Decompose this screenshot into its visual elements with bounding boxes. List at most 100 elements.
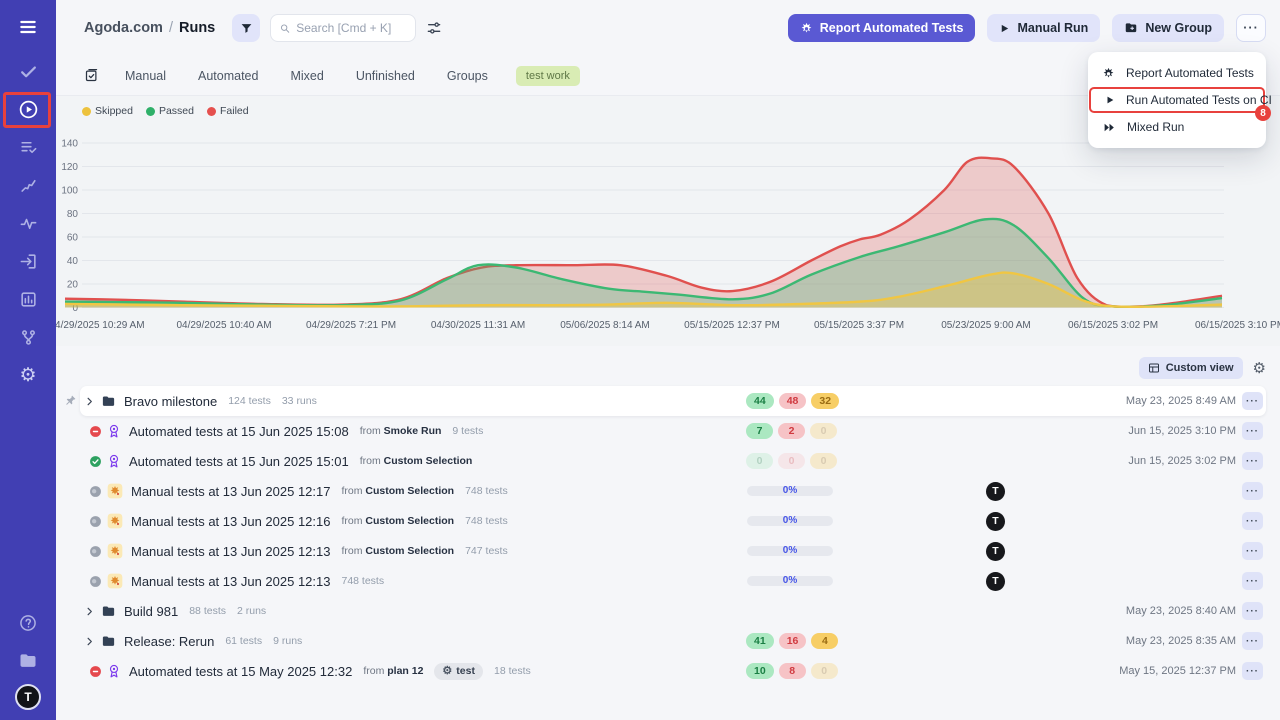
tests-count: 9 tests xyxy=(452,425,483,437)
manual-run-button[interactable]: Manual Run xyxy=(987,14,1100,42)
menu-item-mixed-run[interactable]: Mixed Run xyxy=(1088,114,1266,140)
row-more-button[interactable]: ··· xyxy=(1242,482,1263,500)
run-options-menu: Report Automated Tests Run Automated Tes… xyxy=(1088,52,1266,148)
assignee-avatar[interactable]: T xyxy=(986,572,1005,591)
skipped-badge: 32 xyxy=(811,393,839,409)
skipped-badge: 4 xyxy=(811,633,838,649)
menu-item-report-automated-tests[interactable]: Report Automated Tests xyxy=(1088,60,1266,86)
progress-label: 0% xyxy=(747,515,833,526)
table-icon xyxy=(1148,362,1160,374)
sidebar-item-activity[interactable] xyxy=(13,208,43,238)
breadcrumb-project[interactable]: Agoda.com xyxy=(84,20,163,36)
row-more-button[interactable]: ··· xyxy=(1242,632,1263,650)
annotation-step-badge: 8 xyxy=(1255,105,1271,121)
gear-icon: ⚙ xyxy=(19,366,36,385)
run-row[interactable]: Manual tests at 13 Jun 2025 12:17from Cu… xyxy=(80,476,1266,506)
sidebar-item-tests[interactable] xyxy=(13,56,43,86)
progress-label: 0% xyxy=(747,575,833,586)
sidebar-item-settings[interactable]: ⚙ xyxy=(13,360,43,390)
row-more-button[interactable]: ··· xyxy=(1242,542,1263,560)
row-more-button[interactable]: ··· xyxy=(1242,602,1263,620)
tab-manual[interactable]: Manual xyxy=(125,69,166,83)
sidebar-item-plans[interactable] xyxy=(13,132,43,162)
passed-status-icon xyxy=(89,455,102,468)
sidebar-item-imports[interactable] xyxy=(13,246,43,276)
top-actions: Report Automated Tests Manual Run New Gr… xyxy=(788,14,1266,42)
group-row[interactable]: Bravo milestone124 tests33 runs444832May… xyxy=(80,386,1266,416)
filter-button[interactable] xyxy=(232,14,260,42)
svg-text:60: 60 xyxy=(67,233,79,244)
row-more-button[interactable]: ··· xyxy=(1242,572,1263,590)
new-group-button[interactable]: New Group xyxy=(1112,14,1224,42)
svg-text:20: 20 xyxy=(67,280,79,291)
run-row[interactable]: Manual tests at 13 Jun 2025 12:13748 tes… xyxy=(80,566,1266,596)
row-title: Automated tests at 15 Jun 2025 15:01 xyxy=(129,454,349,469)
search-input[interactable] xyxy=(296,21,406,35)
help-button[interactable] xyxy=(13,608,43,638)
more-actions-button[interactable]: ··· xyxy=(1236,14,1266,42)
chevron-right-icon[interactable] xyxy=(84,606,96,617)
tab-mixed[interactable]: Mixed xyxy=(290,69,323,83)
list-check-icon xyxy=(19,138,38,157)
svg-text:06/15/2025 3:02 PM: 06/15/2025 3:02 PM xyxy=(1068,320,1158,331)
row-more-button[interactable]: ··· xyxy=(1242,452,1263,470)
assignee-avatar[interactable]: T xyxy=(986,482,1005,501)
assignee-avatar[interactable]: T xyxy=(986,512,1005,531)
report-automated-tests-button[interactable]: Report Automated Tests xyxy=(788,14,976,42)
manual-run-icon xyxy=(107,513,123,529)
assignee-avatar[interactable]: T xyxy=(986,542,1005,561)
run-row[interactable]: Automated tests at 15 May 2025 12:32from… xyxy=(80,656,1266,686)
sidebar-item-analytics[interactable] xyxy=(13,284,43,314)
row-date: May 23, 2025 8:40 AM xyxy=(1126,605,1236,617)
result-badges: 444832 xyxy=(746,393,839,409)
progress-bar: 0% xyxy=(747,486,833,496)
automated-run-icon xyxy=(107,454,121,468)
row-date: Jun 15, 2025 3:02 PM xyxy=(1128,455,1236,467)
sidebar-item-branches[interactable] xyxy=(13,322,43,352)
folder-icon xyxy=(101,634,116,649)
group-row[interactable]: Build 98188 tests2 runsMay 23, 2025 8:40… xyxy=(80,596,1266,626)
manual-run-icon xyxy=(107,543,123,559)
sidebar: ⚙ T xyxy=(0,0,56,720)
select-runs-icon[interactable] xyxy=(84,68,99,83)
search-box[interactable] xyxy=(270,14,416,42)
failed-badge: 16 xyxy=(779,633,807,649)
hamburger-menu-icon[interactable] xyxy=(13,12,43,42)
tab-unfinished[interactable]: Unfinished xyxy=(356,69,415,83)
row-more-button[interactable]: ··· xyxy=(1242,392,1263,410)
run-row[interactable]: Manual tests at 13 Jun 2025 12:16from Cu… xyxy=(80,506,1266,536)
progress-label: 0% xyxy=(747,485,833,496)
view-settings-gear-icon[interactable]: ⚙ xyxy=(1253,361,1266,376)
user-circle-icon xyxy=(89,575,102,588)
tab-automated[interactable]: Automated xyxy=(198,69,258,83)
filter-settings-icon[interactable] xyxy=(426,20,442,36)
sidebar-item-projects[interactable] xyxy=(13,646,43,676)
row-more-button[interactable]: ··· xyxy=(1242,662,1263,680)
profile-avatar[interactable]: T xyxy=(15,684,41,710)
runs-trend-chart: 02040608010012014004/29/2025 10:29 AM04/… xyxy=(56,110,1266,342)
sidebar-item-runs[interactable] xyxy=(13,94,43,124)
run-row[interactable]: Manual tests at 13 Jun 2025 12:13from Cu… xyxy=(80,536,1266,566)
row-more-button[interactable]: ··· xyxy=(1242,512,1263,530)
group-row[interactable]: Release: Rerun61 tests9 runs41164May 23,… xyxy=(80,626,1266,656)
chevron-right-icon[interactable] xyxy=(84,636,96,647)
row-more-button[interactable]: ··· xyxy=(1242,422,1263,440)
passed-badge: 7 xyxy=(746,423,773,439)
funnel-icon xyxy=(240,22,253,35)
chevron-right-icon[interactable] xyxy=(84,396,96,407)
custom-view-button[interactable]: Custom view xyxy=(1139,357,1243,379)
tests-count: 748 tests xyxy=(465,515,508,527)
automated-run-icon xyxy=(107,664,121,678)
passed-badge: 0 xyxy=(746,453,773,469)
failed-badge: 8 xyxy=(779,663,806,679)
menu-item-run-automated-tests-on-ci[interactable]: Run Automated Tests on CI 8 xyxy=(1089,87,1265,113)
tab-groups[interactable]: Groups xyxy=(447,69,488,83)
sidebar-item-milestones[interactable] xyxy=(13,170,43,200)
branch-icon xyxy=(19,328,38,347)
run-row[interactable]: Automated tests at 15 Jun 2025 15:08from… xyxy=(80,416,1266,446)
row-source: from Custom Selection xyxy=(341,545,454,557)
tests-count: 61 tests xyxy=(225,635,262,647)
filter-tag[interactable]: test work xyxy=(516,66,580,86)
passed-badge: 41 xyxy=(746,633,774,649)
run-row[interactable]: Automated tests at 15 Jun 2025 15:01from… xyxy=(80,446,1266,476)
